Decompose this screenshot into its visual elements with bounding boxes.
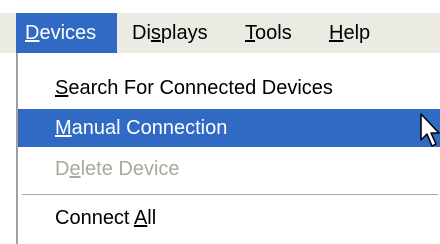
menu-item-delete-mnemonic: e bbox=[69, 158, 81, 180]
menu-displays[interactable]: Displays bbox=[123, 13, 233, 53]
menu-help[interactable]: Help bbox=[320, 13, 388, 53]
menu-item-search-mnemonic: S bbox=[55, 77, 69, 99]
menu-devices-mnemonic: D bbox=[25, 22, 40, 44]
menu-item-search-label-rest: earch For Connected Devices bbox=[68, 77, 333, 99]
menu-item-search-for-connected-devices[interactable]: Search For Connected Devices bbox=[18, 69, 440, 107]
menu-item-manual-mnemonic: M bbox=[55, 117, 72, 139]
menu-item-delete-device: Delete Device bbox=[18, 150, 440, 188]
menu-devices-label-rest: evices bbox=[39, 22, 97, 44]
menu-displays-label-rest: plays bbox=[160, 22, 208, 44]
menu-bar: Devices Displays Tools Help bbox=[0, 13, 440, 53]
menu-item-delete-label-rest: lete Device bbox=[80, 158, 180, 180]
menu-help-mnemonic: H bbox=[329, 22, 344, 44]
menu-tools-mnemonic: T bbox=[245, 22, 255, 44]
menu-item-connect-label-rest: ll bbox=[147, 207, 157, 229]
menu-item-manual-connection[interactable]: Manual Connection bbox=[18, 109, 440, 147]
menu-item-manual-label-rest: anual Connection bbox=[71, 117, 228, 139]
menu-item-connect-all[interactable]: Connect All bbox=[18, 199, 440, 237]
menu-item-delete-label-pre: D bbox=[55, 158, 70, 180]
menu-separator bbox=[22, 194, 438, 196]
menu-item-connect-mnemonic: A bbox=[133, 207, 148, 229]
menu-help-label-rest: elp bbox=[343, 22, 371, 44]
menu-displays-mnemonic: s bbox=[150, 22, 161, 44]
menu-tools-label-rest: ools bbox=[255, 22, 292, 44]
menu-displays-label-pre: Di bbox=[132, 22, 151, 44]
menu-tools[interactable]: Tools bbox=[236, 13, 315, 53]
devices-dropdown-menu: Search For Connected Devices Manual Conn… bbox=[16, 53, 440, 244]
menu-devices[interactable]: Devices bbox=[16, 13, 117, 53]
menu-item-connect-label-pre: Connect bbox=[55, 207, 134, 229]
